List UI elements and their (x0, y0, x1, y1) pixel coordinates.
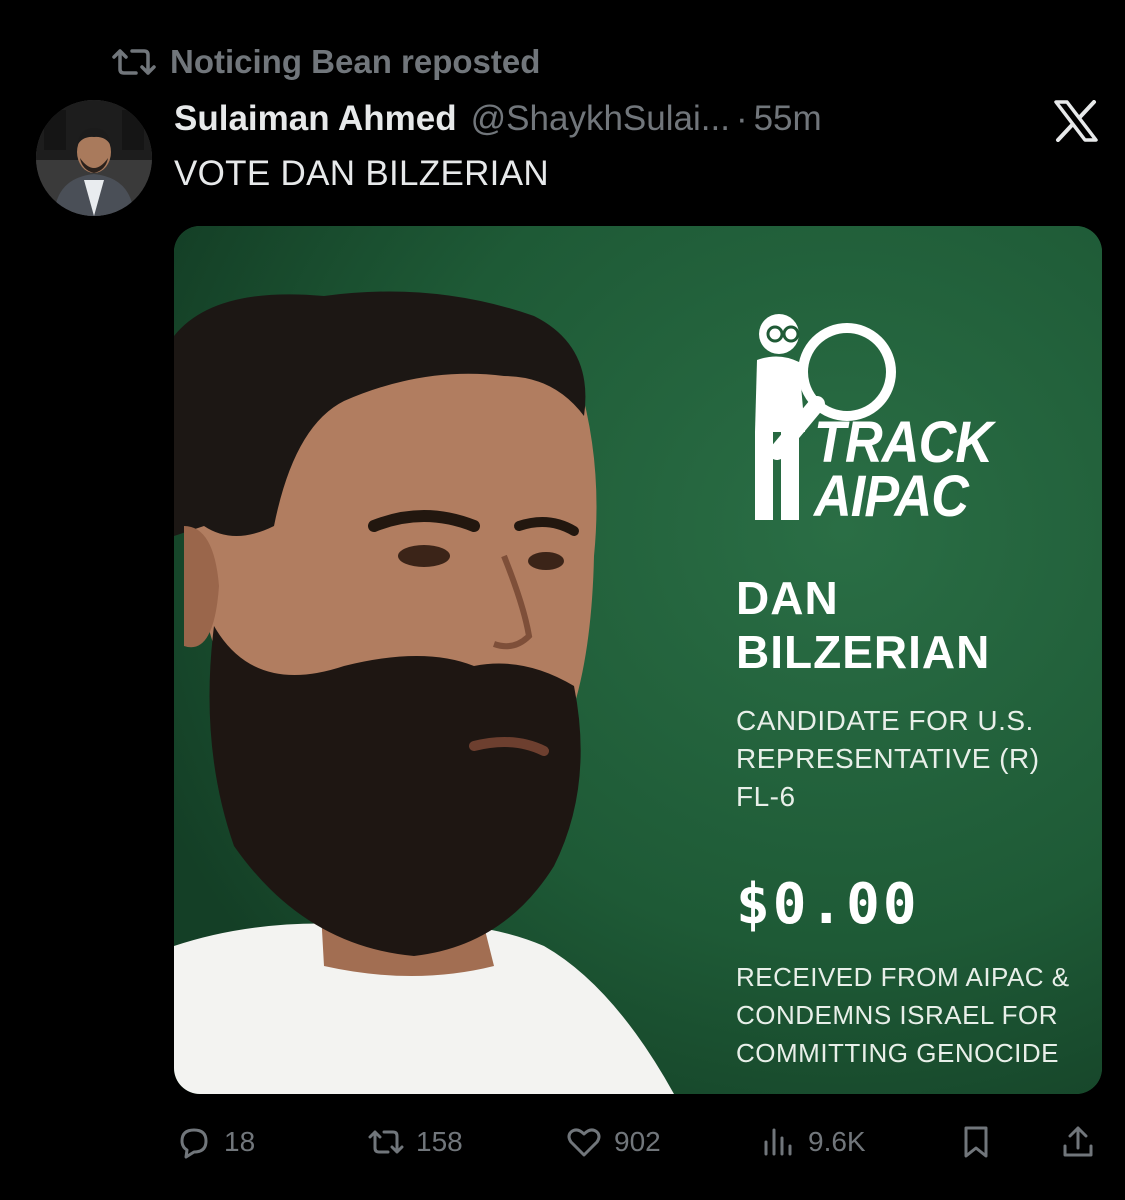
candidate-desc-line-3: FL-6 (736, 781, 796, 812)
received-line-2: CONDEMNS ISRAEL FOR (736, 1000, 1059, 1030)
reply-icon (180, 1128, 208, 1159)
received-statement: RECEIVED FROM AIPAC & CONDEMNS ISRAEL FO… (736, 958, 1070, 1072)
logo-line-1: TRACK (814, 410, 993, 475)
display-name[interactable]: Sulaiman Ahmed (174, 99, 457, 139)
candidate-name-line-1: DAN (736, 572, 839, 624)
avatar[interactable] (36, 100, 152, 216)
repost-indicator[interactable]: Noticing Bean reposted (112, 40, 540, 84)
logo-line-2: AIPAC (814, 464, 969, 529)
like-button[interactable]: 902 (566, 1120, 661, 1164)
x-logo-icon (1054, 100, 1098, 142)
views-chart-icon (764, 1128, 792, 1156)
views-button[interactable]: 9.6K (760, 1120, 866, 1164)
reply-button[interactable]: 18 (176, 1120, 255, 1164)
candidate-desc-line-2: REPRESENTATIVE (R) (736, 743, 1040, 774)
tweet-media-image[interactable]: TRACK AIPAC DAN BILZERIAN CANDIDATE FOR … (174, 226, 1102, 1094)
avatar-image (36, 100, 152, 216)
separator-dot: · (735, 99, 748, 138)
track-aipac-logo-text: TRACK AIPAC (814, 410, 993, 529)
view-count: 9.6K (808, 1126, 866, 1157)
share-button[interactable] (1060, 1120, 1096, 1164)
candidate-name: DAN BILZERIAN (736, 571, 990, 679)
candidate-name-line-2: BILZERIAN (736, 626, 991, 678)
post-view: Noticing Bean reposted Sulaiman Ahmed @S… (0, 0, 1125, 1200)
timestamp[interactable]: 55m (754, 99, 822, 139)
user-handle[interactable]: @ShaykhSulai... (471, 99, 730, 139)
repost-text: Noticing Bean reposted (170, 43, 541, 80)
like-count: 902 (614, 1126, 661, 1157)
candidate-desc-line-1: CANDIDATE FOR U.S. (736, 705, 1034, 736)
bookmark-button[interactable] (958, 1120, 994, 1164)
tweet-header: Sulaiman Ahmed @ShaykhSulai... · 55m (174, 96, 822, 142)
repost-icon (368, 1130, 404, 1154)
bookmark-icon (964, 1126, 988, 1158)
repost-count: 158 (416, 1126, 463, 1157)
received-line-1: RECEIVED FROM AIPAC & (736, 962, 1070, 992)
heart-icon (567, 1128, 601, 1157)
reply-count: 18 (224, 1126, 256, 1157)
share-icon (1063, 1126, 1093, 1157)
candidate-description: CANDIDATE FOR U.S. REPRESENTATIVE (R) FL… (736, 702, 1040, 816)
amount-received: $0.00 (736, 872, 920, 937)
received-line-3: COMMITTING GENOCIDE (736, 1038, 1059, 1068)
repost-icon (112, 49, 156, 75)
tweet-text: VOTE DAN BILZERIAN (174, 154, 549, 193)
repost-button[interactable]: 158 (368, 1120, 463, 1164)
